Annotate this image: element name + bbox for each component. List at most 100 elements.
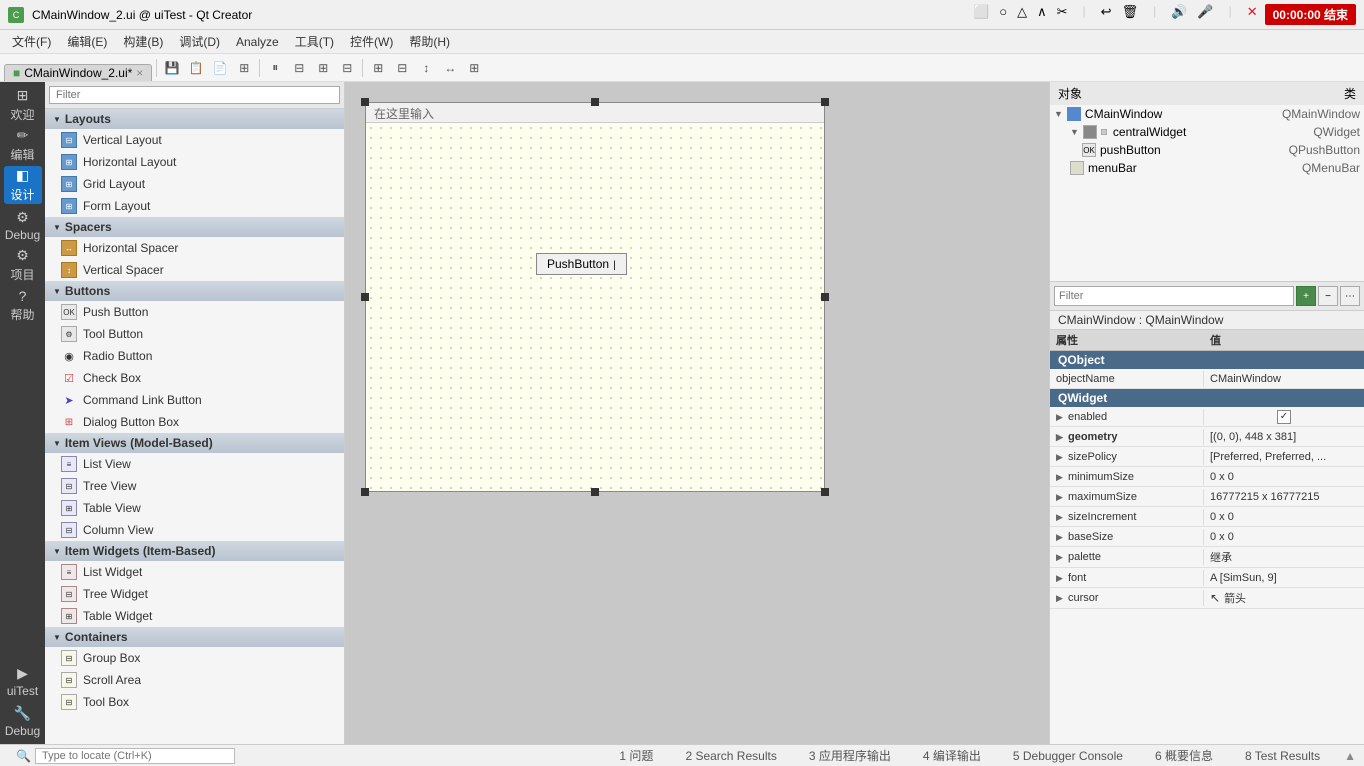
tab-close-btn[interactable]: × [136, 66, 143, 80]
sidebar-debug2[interactable]: 🔧 Debug [4, 702, 42, 740]
toolbar-7[interactable]: ⊟ [336, 57, 358, 79]
sidebar-uitest[interactable]: ▶ uiTest [4, 662, 42, 700]
status-tab-debugger[interactable]: 5 Debugger Console [1005, 745, 1131, 766]
prop-row-geometry[interactable]: ▶ geometry [(0, 0), 448 x 381] [1050, 427, 1364, 447]
toolbar-9[interactable]: ⊟ [391, 57, 413, 79]
enabled-expand[interactable]: ▶ [1056, 412, 1063, 422]
widget-push-button[interactable]: OK Push Button [45, 301, 344, 323]
toolbar-12[interactable]: ⊞ [463, 57, 485, 79]
category-item-widgets[interactable]: ▼ Item Widgets (Item-Based) [45, 541, 344, 561]
toolbar-icon-5[interactable]: ✂ [1057, 4, 1068, 25]
prop-row-palette[interactable]: ▶ palette 继承 [1050, 547, 1364, 568]
sidebar-help[interactable]: ? 帮助 [4, 286, 42, 324]
close-btn[interactable]: ✕ [1247, 4, 1258, 25]
prop-row-font[interactable]: ▶ font A [SimSun, 9] [1050, 568, 1364, 588]
prop-value-minsize[interactable]: 0 x 0 [1204, 469, 1364, 485]
sidebar-design[interactable]: ◧ 设计 [4, 166, 42, 204]
menu-tools[interactable]: 工具(T) [287, 31, 342, 52]
tree-row-push[interactable]: OK pushButton QPushButton [1050, 141, 1364, 159]
widget-tool-box[interactable]: ⊟ Tool Box [45, 691, 344, 713]
category-containers[interactable]: ▼ Containers [45, 627, 344, 647]
mic-icon[interactable]: 🎤 [1197, 4, 1213, 25]
sizeincrement-expand[interactable]: ▶ [1056, 512, 1063, 522]
toolbar-3[interactable]: ⊞ [233, 57, 255, 79]
widget-group-box[interactable]: ⊟ Group Box [45, 647, 344, 669]
file-tab[interactable]: ■ CMainWindow_2.ui* × [4, 64, 152, 81]
maxsize-expand[interactable]: ▶ [1056, 492, 1063, 502]
locate-input[interactable] [35, 748, 235, 764]
widget-list-view[interactable]: ≡ List View [45, 453, 344, 475]
widget-vertical-layout[interactable]: ⊟ Vertical Layout [45, 129, 344, 151]
prop-value-geometry[interactable]: [(0, 0), 448 x 381] [1204, 429, 1364, 445]
font-expand[interactable]: ▶ [1056, 573, 1063, 583]
handle-mr[interactable] [821, 293, 829, 301]
toolbar-4[interactable]: ⏸ [264, 57, 286, 79]
prop-value-maxsize[interactable]: 16777215 x 16777215 [1204, 489, 1364, 505]
prop-value-objectname[interactable]: CMainWindow [1204, 371, 1364, 387]
category-layouts[interactable]: ▼ Layouts [45, 109, 344, 129]
prop-row-maxsize[interactable]: ▶ maximumSize 16777215 x 16777215 [1050, 487, 1364, 507]
prop-row-sizepolicy[interactable]: ▶ sizePolicy [Preferred, Preferred, ... [1050, 447, 1364, 467]
prop-value-palette[interactable]: 继承 [1204, 547, 1364, 567]
menu-controls[interactable]: 控件(W) [342, 31, 401, 52]
menu-debug[interactable]: 调试(D) [171, 31, 228, 52]
widget-form-layout[interactable]: ⊞ Form Layout [45, 195, 344, 217]
geometry-expand[interactable]: ▶ [1056, 432, 1063, 442]
toolbar-icon-1[interactable]: ⬜ [973, 4, 989, 25]
handle-bm[interactable] [591, 488, 599, 496]
toolbar-paste[interactable]: 📄 [209, 57, 231, 79]
prop-value-sizeincrement[interactable]: 0 x 0 [1204, 509, 1364, 525]
prop-value-enabled[interactable]: ✓ [1204, 408, 1364, 426]
toolbar-10[interactable]: ↕ [415, 57, 437, 79]
toolbar-8[interactable]: ⊞ [367, 57, 389, 79]
widget-table-view[interactable]: ⊞ Table View [45, 497, 344, 519]
widget-radio-button[interactable]: ◉ Radio Button [45, 345, 344, 367]
tree-row-menubar[interactable]: menuBar QMenuBar [1050, 159, 1364, 177]
push-button-widget[interactable]: PushButton | [536, 253, 627, 275]
sidebar-project[interactable]: ⚙ 项目 [4, 246, 42, 284]
sizepolicy-expand[interactable]: ▶ [1056, 452, 1063, 462]
prop-row-sizeincrement[interactable]: ▶ sizeIncrement 0 x 0 [1050, 507, 1364, 527]
prop-row-objectname[interactable]: objectName CMainWindow [1050, 369, 1364, 389]
widget-tool-button[interactable]: ⚙ Tool Button [45, 323, 344, 345]
prop-row-enabled[interactable]: ▶ enabled ✓ [1050, 407, 1364, 427]
toolbar-icon-2[interactable]: ○ [999, 4, 1007, 25]
widget-scroll-area[interactable]: ⊟ Scroll Area [45, 669, 344, 691]
sidebar-debug[interactable]: ⚙ Debug [4, 206, 42, 244]
prop-value-font[interactable]: A [SimSun, 9] [1204, 570, 1364, 586]
toolbar-icon-3[interactable]: △ [1017, 4, 1027, 25]
toolbar-6[interactable]: ⊞ [312, 57, 334, 79]
props-filter-input[interactable] [1054, 286, 1294, 306]
widget-command-link[interactable]: ➤ Command Link Button [45, 389, 344, 411]
widget-tree-widget[interactable]: ⊟ Tree Widget [45, 583, 344, 605]
sidebar-edit[interactable]: ✏ 编辑 [4, 126, 42, 164]
undo-icon[interactable]: ↩ [1101, 4, 1112, 25]
status-tab-issues[interactable]: 1 问题 [611, 745, 661, 766]
prop-row-minsize[interactable]: ▶ minimumSize 0 x 0 [1050, 467, 1364, 487]
speaker-icon[interactable]: 🔊 [1171, 4, 1187, 25]
handle-bl[interactable] [361, 488, 369, 496]
menu-analyze[interactable]: Analyze [228, 33, 287, 51]
widget-list-widget[interactable]: ≡ List Widget [45, 561, 344, 583]
toolbar-5[interactable]: ⊟ [288, 57, 310, 79]
prop-row-basesize[interactable]: ▶ baseSize 0 x 0 [1050, 527, 1364, 547]
widget-table-widget[interactable]: ⊞ Table Widget [45, 605, 344, 627]
toolbar-save[interactable]: 💾 [161, 57, 183, 79]
widget-dialog-button-box[interactable]: ⊞ Dialog Button Box [45, 411, 344, 433]
status-arrow[interactable]: ▲ [1344, 749, 1356, 763]
widget-check-box[interactable]: ☑ Check Box [45, 367, 344, 389]
sidebar-welcome[interactable]: ⊞ 欢迎 [4, 86, 42, 124]
trash-icon[interactable]: 🗑 [1122, 4, 1139, 25]
palette-expand[interactable]: ▶ [1056, 552, 1063, 562]
minsize-expand[interactable]: ▶ [1056, 472, 1063, 482]
handle-tl[interactable] [361, 98, 369, 106]
status-tab-test[interactable]: 8 Test Results [1237, 745, 1328, 766]
prop-value-sizepolicy[interactable]: [Preferred, Preferred, ... [1204, 449, 1364, 465]
category-item-views[interactable]: ▼ Item Views (Model-Based) [45, 433, 344, 453]
handle-tm[interactable] [591, 98, 599, 106]
tree-row-main[interactable]: ▼ CMainWindow QMainWindow [1050, 105, 1364, 123]
canvas-content[interactable]: 在这里输入 PushButton | [345, 82, 1049, 744]
form-container[interactable]: 在这里输入 PushButton | [365, 102, 825, 492]
prop-value-basesize[interactable]: 0 x 0 [1204, 529, 1364, 545]
basesize-expand[interactable]: ▶ [1056, 532, 1063, 542]
